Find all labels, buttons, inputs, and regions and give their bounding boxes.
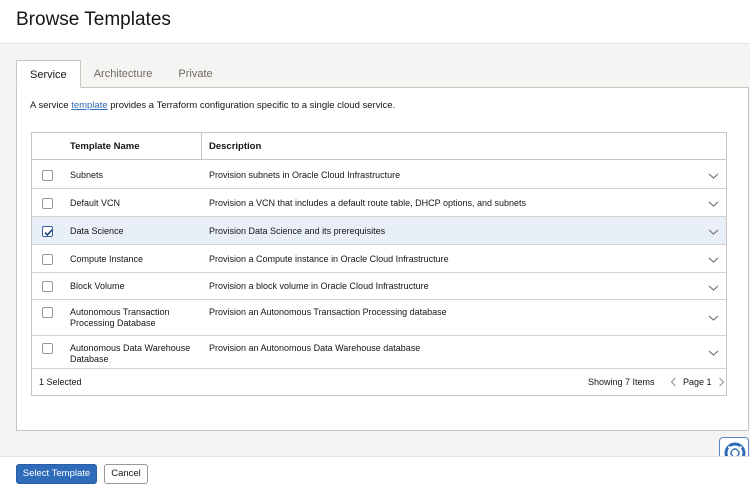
tab-private[interactable]: Private (165, 60, 225, 88)
column-header-name[interactable]: Template Name (70, 133, 140, 160)
template-description: Provision a VCN that includes a default … (209, 198, 527, 208)
table-row[interactable]: Autonomous Data Warehouse Database Provis… (32, 336, 726, 369)
template-name: Autonomous Data Warehouse Database (70, 343, 191, 364)
template-name: Block Volume (70, 281, 125, 291)
description-prefix: A service (30, 100, 72, 111)
template-description: Provision an Autonomous Data Warehouse d… (209, 343, 421, 353)
chevron-down-icon[interactable] (708, 284, 719, 292)
tab-panel: A service template provides a Terraform … (16, 87, 749, 431)
chevron-down-icon[interactable] (708, 172, 719, 180)
template-name: Default VCN (70, 198, 121, 208)
tab-bar: Service Architecture Private (16, 60, 226, 88)
item-count: Showing 7 Items (588, 377, 655, 387)
chevron-down-icon[interactable] (708, 256, 719, 264)
template-name: Autonomous Transaction Processing Databa… (70, 307, 170, 328)
template-name: Data Science (70, 226, 124, 236)
table-row[interactable]: Compute Instance Provision a Compute inst… (32, 245, 726, 273)
template-link[interactable]: template (71, 100, 107, 111)
table-row[interactable]: Autonomous Transaction Processing Databa… (32, 300, 726, 336)
chevron-down-icon[interactable] (708, 314, 719, 322)
cancel-button[interactable]: Cancel (104, 464, 148, 484)
row-checkbox[interactable] (42, 254, 53, 265)
tab-architecture[interactable]: Architecture (81, 60, 166, 88)
previous-page-icon[interactable] (670, 377, 677, 390)
table-footer: 1 Selected Showing 7 Items Page 1 (32, 369, 726, 396)
table-header: Template Name Description (32, 133, 726, 160)
page-header: Browse Templates (0, 0, 750, 44)
select-template-button[interactable]: Select Template (16, 464, 97, 484)
column-divider[interactable] (201, 133, 202, 160)
row-checkbox[interactable] (42, 226, 53, 237)
row-checkbox[interactable] (42, 281, 53, 292)
main-content: Service Architecture Private A service t… (0, 44, 750, 480)
table-row[interactable]: Default VCN Provision a VCN that includes… (32, 189, 726, 217)
chevron-down-icon[interactable] (708, 228, 719, 236)
chevron-down-icon[interactable] (708, 349, 719, 357)
description-suffix: provides a Terraform configuration speci… (107, 100, 396, 111)
template-description: Provision a block volume in Oracle Cloud… (209, 281, 429, 291)
tab-service[interactable]: Service (16, 60, 81, 88)
page-title: Browse Templates (16, 9, 171, 30)
template-description: Provision subnets in Oracle Cloud Infras… (209, 170, 401, 180)
templates-table: Template Name Description Subnets Provisi… (31, 132, 727, 396)
column-header-description[interactable]: Description (209, 133, 261, 160)
row-checkbox[interactable] (42, 307, 53, 318)
table-row[interactable]: Block Volume Provision a block volume in … (32, 273, 726, 300)
template-name: Subnets (70, 170, 104, 180)
page-indicator: Page 1 (683, 377, 712, 387)
row-checkbox[interactable] (42, 343, 53, 354)
template-name: Compute Instance (70, 254, 144, 264)
template-description: Provision an Autonomous Transaction Proc… (209, 307, 447, 317)
panel-description: A service template provides a Terraform … (30, 100, 395, 111)
selection-count: 1 Selected (39, 377, 82, 387)
checkmark-icon (44, 229, 53, 237)
row-checkbox[interactable] (42, 170, 53, 181)
table-row[interactable]: Data Science Provision Data Science and i… (32, 217, 726, 245)
row-checkbox[interactable] (42, 198, 53, 209)
chevron-down-icon[interactable] (708, 200, 719, 208)
template-description: Provision Data Science and its prerequis… (209, 226, 386, 236)
table-row[interactable]: Subnets Provision subnets in Oracle Cloud… (32, 161, 726, 189)
template-description: Provision a Compute instance in Oracle C… (209, 254, 449, 264)
dialog-footer: Select Template Cancel (0, 456, 750, 491)
next-page-icon[interactable] (718, 377, 725, 390)
